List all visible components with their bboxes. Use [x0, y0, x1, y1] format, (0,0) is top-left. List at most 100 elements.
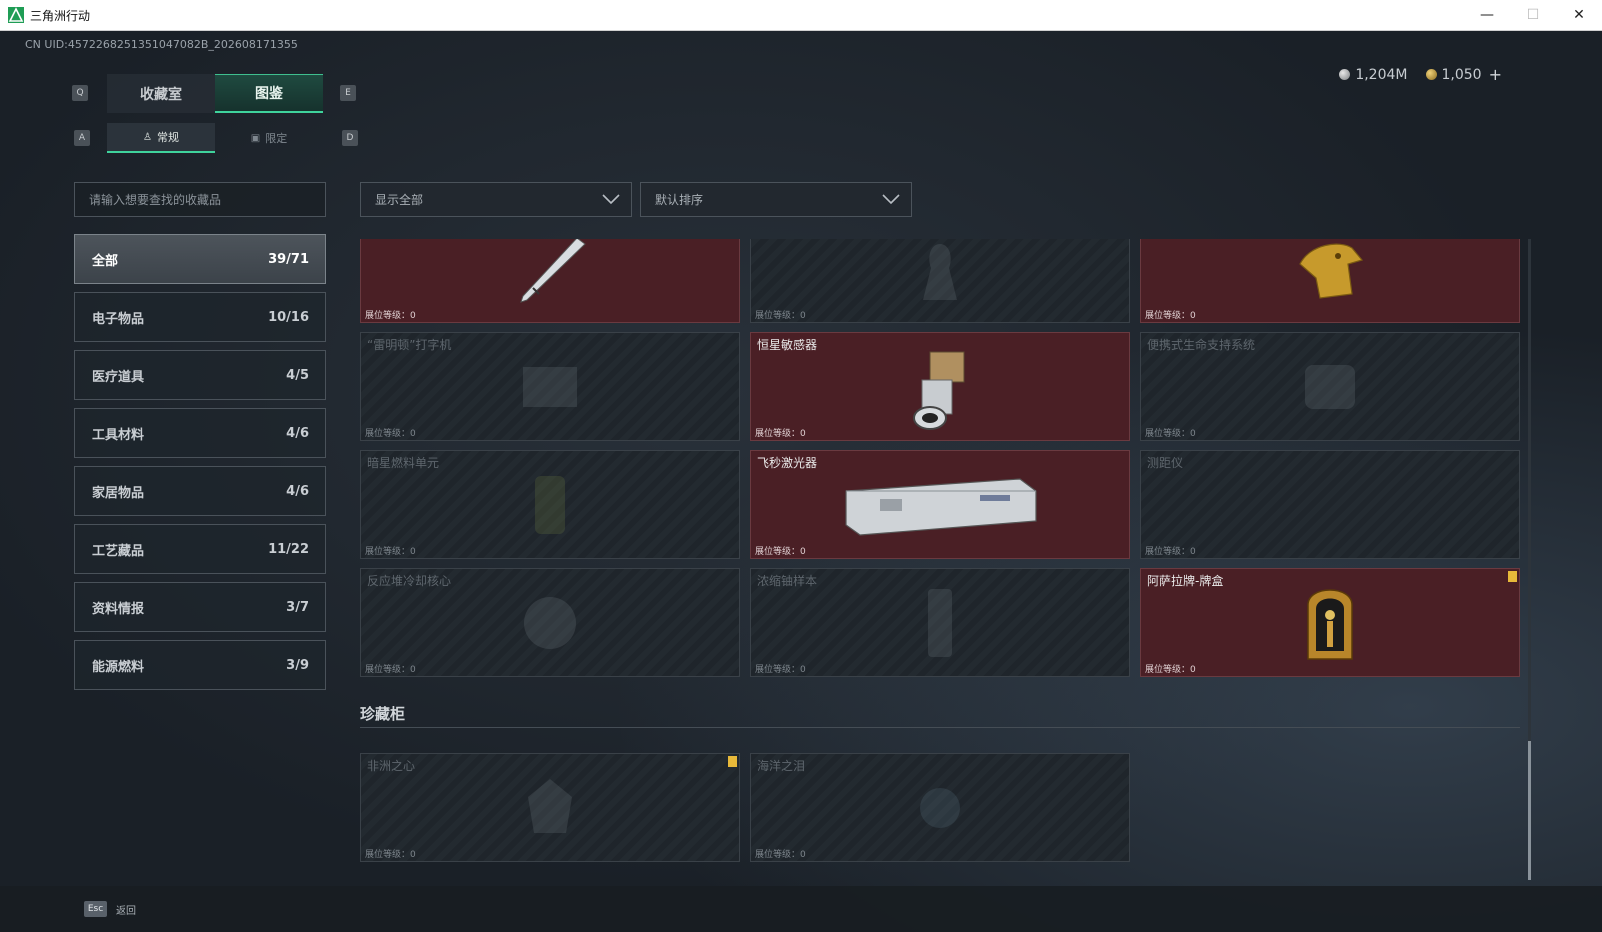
item-name: 测距仪	[1147, 456, 1184, 470]
bottom-bar: Esc 返回	[0, 886, 1602, 932]
booth-level: 展位等级：0	[365, 547, 416, 557]
tab-regular[interactable]: ♙ 常规	[107, 123, 215, 153]
pen-icon	[520, 239, 586, 303]
booth-level: 展位等级：0	[365, 429, 416, 439]
key-hint-d: D	[342, 130, 358, 146]
chevron-down-icon	[882, 194, 900, 205]
category-energy[interactable]: 能源燃料 3/9	[74, 640, 326, 690]
chevron-down-icon	[602, 194, 620, 205]
collectible-card[interactable]: 展位等级：0	[360, 239, 740, 323]
section-divider	[360, 727, 1520, 728]
collectible-card[interactable]: 飞秒激光器 展位等级：0	[750, 450, 1130, 559]
item-name: 暗星燃料单元	[367, 456, 440, 470]
collection-grid: 展位等级：0 展位等级：0 展位等级：0 “雷明顿”打字机 展位等级：0 恒星敏…	[360, 239, 1536, 880]
category-label: 电子物品	[92, 311, 145, 327]
collectible-card[interactable]: 展位等级：0	[750, 239, 1130, 323]
tab-limited[interactable]: ▣ 限定	[215, 123, 323, 153]
collectible-card[interactable]: 浓缩铀样本 展位等级：0	[750, 568, 1130, 677]
collectible-card[interactable]: 阿萨拉牌-牌盒 展位等级：0	[1140, 568, 1520, 677]
booth-level: 展位等级：0	[365, 311, 416, 321]
card-box-icon	[1307, 588, 1353, 660]
tab-catalog[interactable]: 图鉴	[215, 74, 323, 113]
category-label: 全部	[92, 253, 119, 269]
booth-level: 展位等级：0	[1145, 665, 1196, 675]
tab-limited-label: 限定	[265, 132, 288, 145]
category-count: 3/7	[286, 599, 309, 615]
silver-coin-icon	[1339, 69, 1351, 80]
key-hint-q: Q	[72, 85, 88, 101]
category-count: 4/6	[286, 483, 309, 499]
window-title: 三角洲行动	[30, 8, 91, 23]
item-name: 恒星敏感器	[757, 338, 818, 352]
category-count: 4/5	[286, 367, 309, 383]
gold-amount: 1,050	[1441, 66, 1482, 83]
typewriter-icon	[523, 366, 577, 407]
sort-dropdown-value: 默认排序	[655, 193, 704, 207]
category-electronics[interactable]: 电子物品 10/16	[74, 292, 326, 342]
window-titlebar: 三角洲行动 — ☐ ✕	[0, 0, 1602, 31]
close-button[interactable]: ✕	[1556, 0, 1602, 30]
app-logo-icon	[8, 7, 24, 23]
search-input[interactable]: 请输入想要查找的收藏品	[74, 182, 326, 217]
item-name: 阿萨拉牌-牌盒	[1147, 574, 1224, 588]
filter-dropdown[interactable]: 显示全部	[360, 182, 632, 217]
booth-level: 展位等级：0	[1145, 429, 1196, 439]
gold-coin-icon	[1425, 69, 1437, 80]
filter-dropdown-value: 显示全部	[375, 193, 424, 207]
key-hint-a: A	[74, 130, 90, 146]
currency-bar: 1,204M 1,050 +	[1339, 65, 1502, 84]
ocean-tear-icon	[920, 787, 960, 828]
collectible-card[interactable]: 非洲之心 展位等级：0	[360, 753, 740, 862]
item-name: 便携式生命支持系统	[1147, 338, 1256, 352]
esc-key-button[interactable]: Esc	[84, 901, 107, 917]
booth-level: 展位等级：0	[1145, 311, 1196, 321]
uid-label: CN UID:4572268251351047082B_202608171355	[25, 38, 298, 51]
life-support-icon	[1305, 364, 1355, 409]
category-all[interactable]: 全部 39/71	[74, 234, 326, 284]
star-sensor-icon	[913, 351, 965, 430]
category-label: 家居物品	[92, 485, 145, 501]
collectible-card[interactable]: 暗星燃料单元 展位等级：0	[360, 450, 740, 559]
collectible-card[interactable]: 恒星敏感器 展位等级：0	[750, 332, 1130, 441]
category-label: 能源燃料	[92, 659, 145, 675]
item-name: “雷明顿”打字机	[367, 338, 452, 352]
add-currency-button[interactable]: +	[1489, 65, 1502, 84]
maximize-button[interactable]: ☐	[1510, 0, 1556, 30]
africa-heart-icon	[528, 778, 572, 833]
booth-level: 展位等级：0	[365, 850, 416, 860]
category-crafts[interactable]: 工艺藏品 11/22	[74, 524, 326, 574]
collectible-card[interactable]: 便携式生命支持系统 展位等级：0	[1140, 332, 1520, 441]
regular-icon: ♙	[143, 131, 152, 143]
item-name: 飞秒激光器	[757, 456, 818, 470]
collectible-card[interactable]: 测距仪 展位等级：0	[1140, 450, 1520, 559]
tab-collection-room[interactable]: 收藏室	[107, 74, 215, 113]
category-intel[interactable]: 资料情报 3/7	[74, 582, 326, 632]
scrollbar-thumb[interactable]	[1528, 741, 1531, 880]
item-name: 海洋之泪	[757, 759, 806, 773]
booth-level: 展位等级：0	[755, 665, 806, 675]
minimize-button[interactable]: —	[1464, 0, 1510, 30]
collectible-card[interactable]: “雷明顿”打字机 展位等级：0	[360, 332, 740, 441]
bust-icon	[923, 243, 957, 300]
tab-regular-label: 常规	[156, 131, 179, 144]
booth-level: 展位等级：0	[1145, 547, 1196, 557]
laser-case-icon	[845, 477, 1037, 536]
booth-level: 展位等级：0	[755, 850, 806, 860]
silver-currency: 1,204M	[1339, 65, 1408, 84]
collectible-card[interactable]: 海洋之泪 展位等级：0	[750, 753, 1130, 862]
category-medical[interactable]: 医疗道具 4/5	[74, 350, 326, 400]
booth-level: 展位等级：0	[365, 665, 416, 675]
sort-dropdown[interactable]: 默认排序	[640, 182, 912, 217]
category-label: 工艺藏品	[92, 543, 145, 559]
image-icon: ▣	[250, 132, 261, 144]
new-flag-icon	[1508, 571, 1517, 582]
sub-tabs: ♙ 常规 ▣ 限定	[107, 123, 323, 153]
category-label: 医疗道具	[92, 369, 145, 385]
category-list: 全部 39/71 电子物品 10/16 医疗道具 4/5 工具材料 4/6 家居物品 4/…	[74, 234, 326, 698]
booth-level: 展位等级：0	[755, 311, 806, 321]
collectible-card[interactable]: 展位等级：0	[1140, 239, 1520, 323]
category-household[interactable]: 家居物品 4/6	[74, 466, 326, 516]
category-tools[interactable]: 工具材料 4/6	[74, 408, 326, 458]
collectible-card[interactable]: 反应堆冷却核心 展位等级：0	[360, 568, 740, 677]
back-label[interactable]: 返回	[116, 902, 136, 917]
